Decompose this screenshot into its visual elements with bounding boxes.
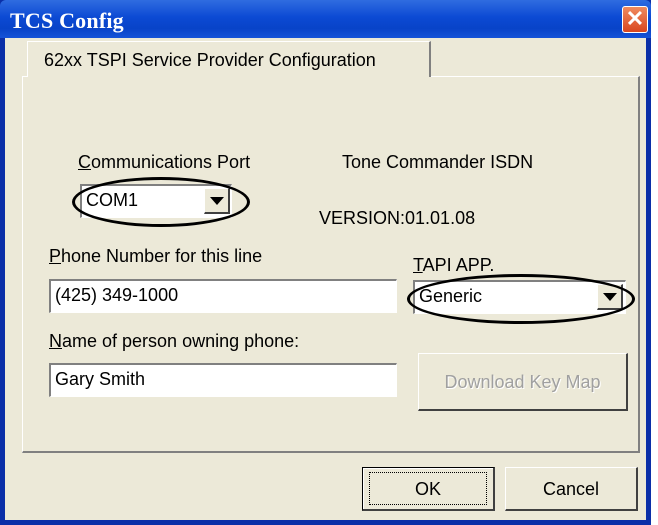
tapi-app-label: TAPI APP. xyxy=(413,255,495,275)
tab-label: 62xx TSPI Service Provider Configuration xyxy=(44,50,376,70)
comm-port-label: Communications Port xyxy=(78,152,251,172)
window-title: TCS Config xyxy=(10,8,124,33)
ok-button[interactable]: OK xyxy=(362,467,495,511)
phone-number-label: Phone Number for this line xyxy=(49,246,263,266)
product-name-label: Tone Commander ISDN xyxy=(342,152,534,172)
ok-focus-rect xyxy=(369,472,487,505)
download-key-map-label: Download Key Map xyxy=(444,372,601,392)
title-bar[interactable]: TCS Config ✕ xyxy=(0,0,651,38)
phone-number-input[interactable]: (425) 349-1000 xyxy=(49,279,397,313)
version-label: VERSION:01.01.08 xyxy=(319,208,476,228)
tab-tspi-configuration[interactable]: 62xx TSPI Service Provider Configuration xyxy=(27,41,431,77)
cancel-label: Cancel xyxy=(542,479,600,499)
owner-name-label: Name of person owning phone: xyxy=(49,331,300,351)
download-key-map-button[interactable]: Download Key Map xyxy=(418,353,628,411)
tapi-app-highlight-circle xyxy=(407,274,635,324)
owner-name-input[interactable]: Gary Smith xyxy=(49,363,397,397)
close-icon: ✕ xyxy=(625,6,645,31)
close-button[interactable]: ✕ xyxy=(622,6,648,33)
cancel-button[interactable]: Cancel xyxy=(505,467,638,511)
comm-port-highlight-circle xyxy=(72,177,250,227)
